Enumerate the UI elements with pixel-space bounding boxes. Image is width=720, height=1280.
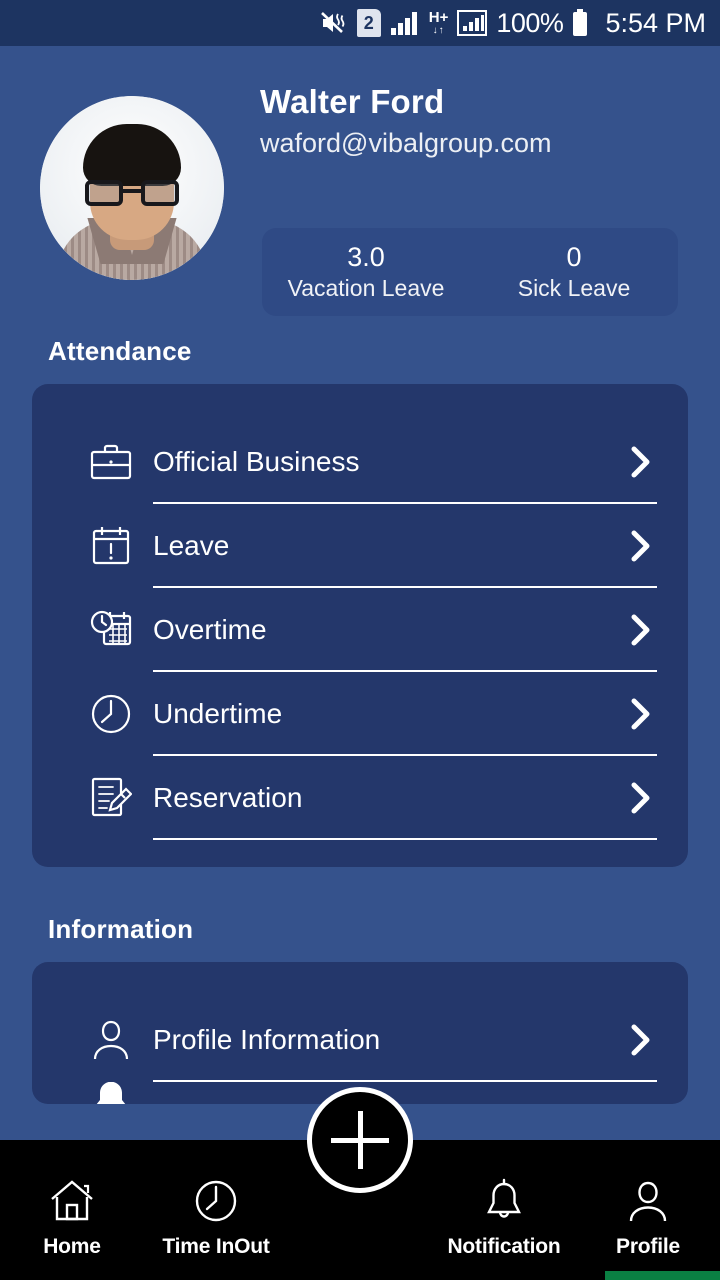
menu-label: Profile Information bbox=[153, 1023, 381, 1055]
clock-time-label: 5:54 PM bbox=[605, 7, 706, 38]
chevron-right-icon bbox=[625, 781, 657, 815]
bell-icon bbox=[88, 1082, 134, 1104]
status-bar: 2 H+ ↓↑ 100% 5:54 PM bbox=[0, 0, 720, 46]
timer-icon bbox=[193, 1175, 239, 1227]
bell-icon bbox=[482, 1175, 526, 1227]
bottom-navigation-bar: Home Time InOut Notification Profile bbox=[0, 1087, 720, 1280]
nav-label: Home bbox=[43, 1235, 101, 1258]
network-type-indicator: H+ ↓↑ bbox=[429, 10, 449, 36]
clock-calendar-icon bbox=[88, 607, 134, 653]
menu-label: Undertime bbox=[153, 697, 283, 729]
app-screen: 2 H+ ↓↑ 100% 5:54 PM Walter Ford waford@… bbox=[0, 0, 720, 1280]
timer-icon bbox=[88, 691, 134, 737]
menu-item-overtime[interactable]: Overtime bbox=[88, 588, 657, 672]
battery-percent-label: 100% bbox=[496, 7, 564, 38]
clock-time: 5:54 PM bbox=[597, 8, 706, 39]
section-title-information: Information bbox=[48, 914, 194, 944]
avatar-glasses-bridge bbox=[123, 189, 141, 193]
chevron-right-icon bbox=[625, 1023, 657, 1057]
add-button[interactable] bbox=[307, 1087, 413, 1193]
stat-sick-leave[interactable]: 0 Sick Leave bbox=[470, 228, 678, 316]
sim-indicator: 2 bbox=[356, 9, 381, 37]
avatar-photo bbox=[40, 96, 224, 280]
menu-item-profile-information[interactable]: Profile Information bbox=[88, 998, 657, 1082]
battery-full-icon bbox=[572, 9, 588, 37]
menu-item-reservation[interactable]: Reservation bbox=[88, 756, 657, 840]
sick-leave-value: 0 bbox=[566, 241, 582, 272]
person-icon bbox=[88, 1017, 134, 1063]
leave-balance-panel: 3.0 Vacation Leave 0 Sick Leave bbox=[262, 228, 678, 316]
menu-label: Official Business bbox=[153, 445, 360, 477]
sim-badge-label: 2 bbox=[356, 9, 381, 37]
network-arrows-icon: ↓↑ bbox=[432, 25, 445, 36]
chevron-right-icon bbox=[625, 529, 657, 563]
user-email: waford@vibalgroup.com bbox=[260, 128, 552, 159]
nav-label: Notification bbox=[447, 1235, 561, 1258]
sick-leave-label: Sick Leave bbox=[517, 274, 631, 301]
menu-label: Overtime bbox=[153, 613, 267, 645]
menu-item-official-business[interactable]: Official Business bbox=[88, 420, 657, 504]
profile-header: Walter Ford waford@vibalgroup.com 3.0 Va… bbox=[0, 46, 720, 316]
signal-bars-icon bbox=[390, 10, 420, 36]
avatar-hair bbox=[83, 124, 181, 186]
avatar[interactable] bbox=[40, 96, 224, 280]
chevron-right-icon bbox=[625, 697, 657, 731]
nav-item-profile[interactable]: Profile bbox=[576, 1140, 720, 1280]
nav-label: Profile bbox=[616, 1235, 680, 1258]
information-card: Profile Information bbox=[32, 962, 688, 1104]
person-icon bbox=[627, 1175, 669, 1227]
nav-item-notification[interactable]: Notification bbox=[432, 1140, 576, 1280]
nav-label: Time InOut bbox=[162, 1235, 270, 1258]
battery-percent: 100% bbox=[496, 7, 564, 39]
avatar-glasses bbox=[85, 180, 179, 206]
avatar-lens-left bbox=[85, 180, 123, 206]
briefcase-icon bbox=[88, 439, 134, 485]
row-divider bbox=[153, 838, 657, 840]
user-name: Walter Ford bbox=[260, 83, 445, 120]
nav-item-home[interactable]: Home bbox=[0, 1140, 144, 1280]
plus-icon-horizontal bbox=[331, 1137, 389, 1143]
home-icon bbox=[48, 1175, 96, 1227]
calendar-alert-icon bbox=[88, 523, 134, 569]
section-title-attendance: Attendance bbox=[48, 336, 192, 366]
avatar-lens-right bbox=[141, 180, 179, 206]
chevron-right-icon bbox=[625, 613, 657, 647]
signal-bars-boxed-icon bbox=[457, 9, 488, 37]
menu-item-undertime[interactable]: Undertime bbox=[88, 672, 657, 756]
menu-label: Reservation bbox=[153, 781, 303, 813]
home-indicator bbox=[605, 1271, 720, 1280]
attendance-card: Official Business Leave Overtime Underti… bbox=[32, 384, 688, 867]
vacation-leave-value: 3.0 bbox=[347, 241, 385, 272]
menu-label: Leave bbox=[153, 529, 230, 561]
menu-item-leave[interactable]: Leave bbox=[88, 504, 657, 588]
nav-item-time-inout[interactable]: Time InOut bbox=[144, 1140, 288, 1280]
user-identity: Walter Ford waford@vibalgroup.com bbox=[260, 83, 700, 159]
chevron-right-icon bbox=[625, 445, 657, 479]
network-type-label: H+ bbox=[428, 9, 449, 26]
stat-vacation-leave[interactable]: 3.0 Vacation Leave bbox=[262, 228, 470, 316]
document-edit-icon bbox=[88, 775, 134, 821]
mute-vibrate-icon bbox=[320, 10, 348, 36]
vacation-leave-label: Vacation Leave bbox=[287, 274, 445, 301]
